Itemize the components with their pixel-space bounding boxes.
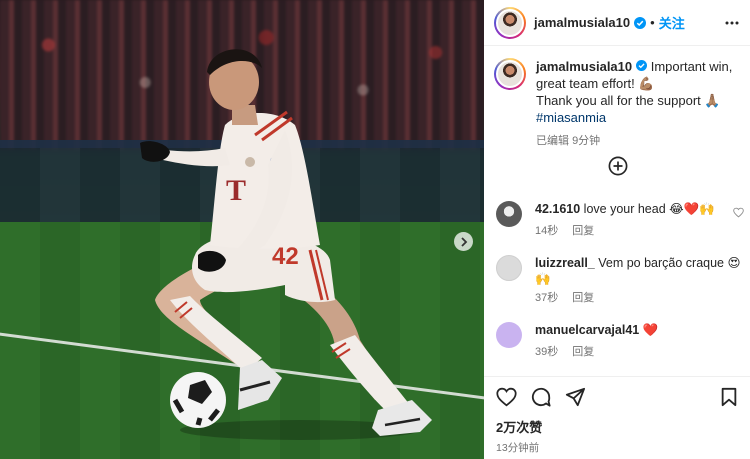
bookmark-icon[interactable] — [720, 387, 738, 407]
post-timestamp: 13分钟前 — [496, 442, 540, 454]
chevron-right-icon — [460, 236, 467, 247]
post-actions-bar: 2万次赞 13分钟前 — [484, 376, 750, 459]
verified-badge-icon — [636, 60, 648, 71]
comment-item: luizzreall_ Vem po barção craque 😍 🙌 37秒… — [496, 255, 746, 306]
post-photo[interactable]: T 42 — [0, 0, 484, 459]
author-username[interactable]: jamalmusiala10 — [534, 15, 630, 30]
comment-meta: 14秒 回复 — [535, 223, 715, 239]
author-avatar[interactable] — [494, 6, 526, 39]
comment-time: 14秒 — [535, 225, 559, 237]
post-header: jamalmusiala10 • 关注 — [484, 0, 750, 46]
action-icons — [484, 377, 750, 407]
caption-text-line1: Important win, — [647, 59, 733, 74]
comment-text-line2: 🙌 — [535, 272, 551, 286]
commenter-avatar[interactable] — [496, 322, 522, 348]
send-icon[interactable] — [565, 387, 585, 407]
likes-count[interactable]: 2万次赞 — [484, 407, 750, 436]
next-image-button[interactable] — [454, 232, 473, 251]
svg-text:T: T — [226, 174, 246, 207]
commenter-username[interactable]: manuelcarvajal41 — [535, 323, 639, 337]
caption-text-line3: Thank you all for the support 🙏🏽 — [536, 93, 721, 108]
commenter-username[interactable]: 42.1610 — [535, 202, 580, 216]
header-separator: • — [650, 15, 655, 30]
reply-button[interactable]: 回复 — [572, 346, 594, 358]
comment-time: 37秒 — [535, 292, 559, 304]
comment-time: 39秒 — [535, 346, 559, 358]
heart-icon[interactable] — [496, 387, 517, 407]
jersey-number: 42 — [272, 243, 299, 270]
caption-time: 9分钟 — [572, 135, 601, 147]
post-caption: jamalmusiala10 Important win, great team… — [484, 46, 750, 150]
follow-button[interactable]: 关注 — [659, 13, 685, 32]
reply-button[interactable]: 回复 — [572, 292, 594, 304]
comment-body: 42.1610 love your head 😂❤️🙌 14秒 回复 — [535, 201, 715, 239]
comment-meta: 37秒 回复 — [535, 290, 741, 306]
caption-body: jamalmusiala10 Important win, great team… — [536, 58, 740, 150]
comment-text: love your head 😂❤️🙌 — [580, 202, 715, 216]
comment-text: Vem po barção craque 😍 — [594, 256, 741, 270]
caption-hashtag[interactable]: #miasanmia — [536, 109, 740, 126]
commenter-username[interactable]: luizzreall_ — [535, 256, 595, 270]
more-horizontal-icon[interactable] — [724, 15, 740, 31]
football-player: T 42 — [140, 49, 432, 440]
comment-body: manuelcarvajal41 ❤️ 39秒 回复 — [535, 322, 658, 360]
comment-like-heart-icon[interactable] — [733, 207, 744, 218]
caption-meta: 已编辑 9分钟 — [536, 133, 740, 150]
caption-username[interactable]: jamalmusiala10 — [536, 59, 632, 74]
comment-meta: 39秒 回复 — [535, 344, 658, 360]
load-more-comments-button[interactable] — [608, 156, 628, 181]
comment-item: 42.1610 love your head 😂❤️🙌 14秒 回复 — [496, 201, 746, 239]
edited-label: 已编辑 — [536, 135, 569, 147]
commenter-avatar[interactable] — [496, 255, 522, 281]
comment-body: luizzreall_ Vem po barção craque 😍 🙌 37秒… — [535, 255, 741, 306]
comment-item: manuelcarvajal41 ❤️ 39秒 回复 — [496, 322, 746, 360]
plus-circle-icon — [608, 156, 628, 176]
caption-avatar[interactable] — [494, 58, 526, 90]
comment-text: ❤️ — [639, 323, 659, 337]
verified-badge-icon — [634, 16, 647, 29]
comment-icon[interactable] — [531, 387, 551, 407]
caption-text-line2: great team effort! 💪🏽 — [536, 76, 655, 91]
post-side-panel: jamalmusiala10 • 关注 jamalmusiala10 Impor… — [484, 0, 750, 459]
commenter-avatar[interactable] — [496, 201, 522, 227]
reply-button[interactable]: 回复 — [572, 225, 594, 237]
